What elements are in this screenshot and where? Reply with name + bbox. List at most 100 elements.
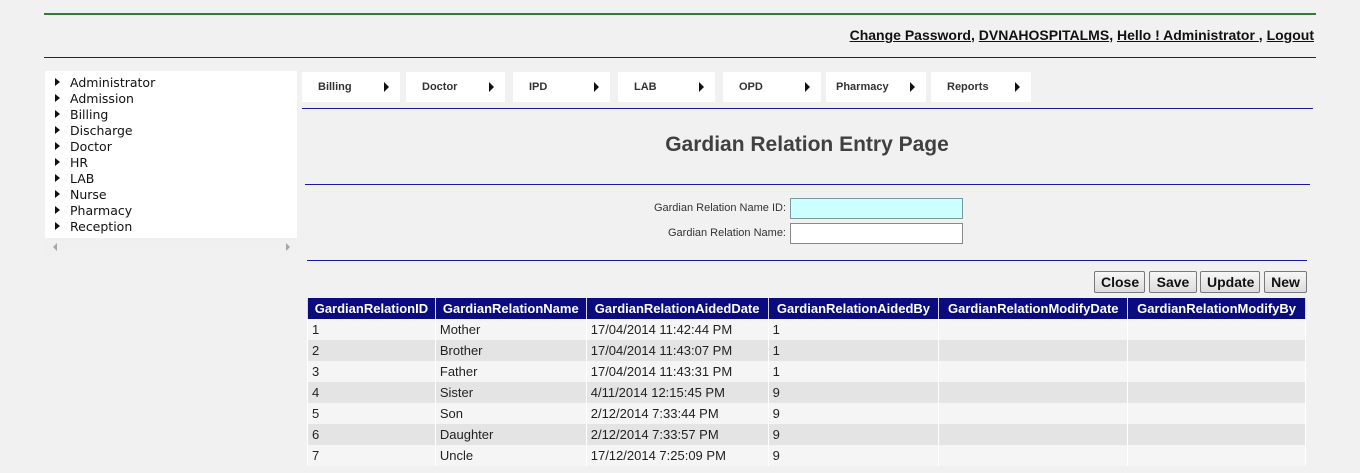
table-cell: 9 bbox=[767, 424, 940, 445]
column-header[interactable]: GardianRelationModifyDate bbox=[938, 298, 1129, 319]
table-cell bbox=[1127, 403, 1306, 424]
table-row[interactable]: 1 Mother 17/04/2014 11:42:44 PM 1 bbox=[307, 319, 1306, 340]
table-row[interactable]: 3 Father 17/04/2014 11:43:31 PM 1 bbox=[307, 361, 1306, 382]
sidebar-item-billing[interactable]: Billing bbox=[45, 107, 297, 123]
table-cell: 1 bbox=[767, 340, 940, 361]
menu-billing[interactable]: Billing bbox=[302, 72, 400, 102]
menu-doctor[interactable]: Doctor bbox=[406, 72, 505, 102]
scroll-left-icon[interactable] bbox=[53, 243, 57, 251]
table-header-row: GardianRelationID GardianRelationName Ga… bbox=[307, 298, 1306, 319]
table-cell: 1 bbox=[767, 361, 940, 382]
table-cell: 4/11/2014 12:15:45 PM bbox=[585, 382, 769, 403]
table-cell: Daughter bbox=[434, 424, 587, 445]
expand-arrow-icon bbox=[55, 142, 60, 150]
table-cell: 7 bbox=[307, 445, 436, 466]
sidebar-item-administrator[interactable]: Administrator bbox=[45, 75, 297, 91]
table-cell: 17/12/2014 7:25:09 PM bbox=[585, 445, 769, 466]
table-cell bbox=[938, 403, 1129, 424]
table-cell bbox=[1127, 361, 1306, 382]
submenu-arrow-icon bbox=[699, 82, 704, 92]
menu-reports[interactable]: Reports bbox=[931, 72, 1031, 102]
table-cell bbox=[1127, 424, 1306, 445]
new-button[interactable]: New bbox=[1264, 271, 1307, 293]
table-cell: 17/04/2014 11:43:07 PM bbox=[585, 340, 769, 361]
table-cell: 9 bbox=[767, 382, 940, 403]
table-cell: 3 bbox=[307, 361, 436, 382]
submenu-arrow-icon bbox=[805, 82, 810, 92]
table-cell bbox=[1127, 340, 1306, 361]
submenu-arrow-icon bbox=[910, 82, 915, 92]
close-button[interactable]: Close bbox=[1094, 271, 1145, 293]
header-top-rule bbox=[44, 13, 1316, 15]
table-row[interactable]: 5 Son 2/12/2014 7:33:44 PM 9 bbox=[307, 403, 1306, 424]
table-cell: Brother bbox=[434, 340, 587, 361]
table-cell: Mother bbox=[434, 319, 587, 340]
sidebar-item-hr[interactable]: HR bbox=[45, 155, 297, 171]
user-nav: Change Password, DVNAHOSPITALMS, Hello !… bbox=[849, 27, 1314, 43]
change-password-link[interactable]: Change Password bbox=[850, 27, 971, 43]
divider bbox=[302, 108, 1313, 109]
table-cell: 2/12/2014 7:33:44 PM bbox=[585, 403, 769, 424]
table-row[interactable]: 2 Brother 17/04/2014 11:43:07 PM 1 bbox=[307, 340, 1306, 361]
menu-ipd[interactable]: IPD bbox=[513, 72, 610, 102]
expand-arrow-icon bbox=[55, 222, 60, 230]
table-row[interactable]: 4 Sister 4/11/2014 12:15:45 PM 9 bbox=[307, 382, 1306, 403]
sidebar-item-discharge[interactable]: Discharge bbox=[45, 123, 297, 139]
expand-arrow-icon bbox=[55, 190, 60, 198]
column-header[interactable]: GardianRelationName bbox=[434, 298, 587, 319]
scroll-right-icon[interactable] bbox=[286, 243, 290, 251]
update-button[interactable]: Update bbox=[1200, 271, 1260, 293]
table-cell: 4 bbox=[307, 382, 436, 403]
table-cell: Sister bbox=[434, 382, 587, 403]
sidebar-item-doctor[interactable]: Doctor bbox=[45, 139, 297, 155]
table-cell: 17/04/2014 11:43:31 PM bbox=[585, 361, 769, 382]
submenu-arrow-icon bbox=[594, 82, 599, 92]
column-header[interactable]: GardianRelationAidedDate bbox=[585, 298, 769, 319]
greeting-link[interactable]: Hello ! Administrator bbox=[1117, 27, 1259, 43]
sidebar-item-lab[interactable]: LAB bbox=[45, 171, 297, 187]
expand-arrow-icon bbox=[55, 174, 60, 182]
submenu-arrow-icon bbox=[489, 82, 494, 92]
column-header[interactable]: GardianRelationModifyBy bbox=[1127, 298, 1306, 319]
relation-name-input[interactable] bbox=[790, 223, 963, 244]
table-cell: 9 bbox=[767, 403, 940, 424]
expand-arrow-icon bbox=[55, 158, 60, 166]
sidebar-tree: Administrator Admission Billing Discharg… bbox=[45, 71, 297, 255]
table-cell bbox=[1127, 382, 1306, 403]
submenu-arrow-icon bbox=[384, 82, 389, 92]
expand-arrow-icon bbox=[55, 110, 60, 118]
table-row[interactable]: 7 Uncle 17/12/2014 7:25:09 PM 9 bbox=[307, 445, 1306, 466]
expand-arrow-icon bbox=[55, 206, 60, 214]
table-cell: 1 bbox=[767, 319, 940, 340]
table-cell: 5 bbox=[307, 403, 436, 424]
save-button[interactable]: Save bbox=[1149, 271, 1197, 293]
relation-id-label: Gardian Relation Name ID: bbox=[653, 202, 786, 214]
table-cell: Uncle bbox=[434, 445, 587, 466]
column-header[interactable]: GardianRelationAidedBy bbox=[767, 298, 940, 319]
sidebar-horizontal-scrollbar[interactable] bbox=[45, 238, 297, 255]
sidebar-item-nurse[interactable]: Nurse bbox=[45, 187, 297, 203]
menu-pharmacy[interactable]: Pharmacy bbox=[826, 72, 926, 102]
table-cell bbox=[938, 445, 1129, 466]
submenu-arrow-icon bbox=[1015, 82, 1020, 92]
menu-opd[interactable]: OPD bbox=[723, 72, 821, 102]
sidebar-item-reception[interactable]: Reception bbox=[45, 219, 297, 235]
sidebar-item-admission[interactable]: Admission bbox=[45, 91, 297, 107]
menu-lab[interactable]: LAB bbox=[618, 72, 715, 102]
expand-arrow-icon bbox=[55, 94, 60, 102]
expand-arrow-icon bbox=[55, 126, 60, 134]
table-cell bbox=[938, 319, 1129, 340]
sidebar-item-pharmacy[interactable]: Pharmacy bbox=[45, 203, 297, 219]
table-cell bbox=[1127, 319, 1306, 340]
table-cell: 1 bbox=[307, 319, 436, 340]
column-header[interactable]: GardianRelationID bbox=[307, 298, 436, 319]
relation-id-input[interactable] bbox=[790, 198, 963, 219]
relation-name-label: Gardian Relation Name: bbox=[667, 227, 786, 239]
expand-arrow-icon bbox=[55, 78, 60, 86]
logout-link[interactable]: Logout bbox=[1267, 27, 1314, 43]
table-cell: Father bbox=[434, 361, 587, 382]
hospital-link[interactable]: DVNAHOSPITALMS bbox=[979, 27, 1109, 43]
page-title: Gardian Relation Entry Page bbox=[665, 133, 949, 156]
table-row[interactable]: 6 Daughter 2/12/2014 7:33:57 PM 9 bbox=[307, 424, 1306, 445]
table-cell: 2/12/2014 7:33:57 PM bbox=[585, 424, 769, 445]
